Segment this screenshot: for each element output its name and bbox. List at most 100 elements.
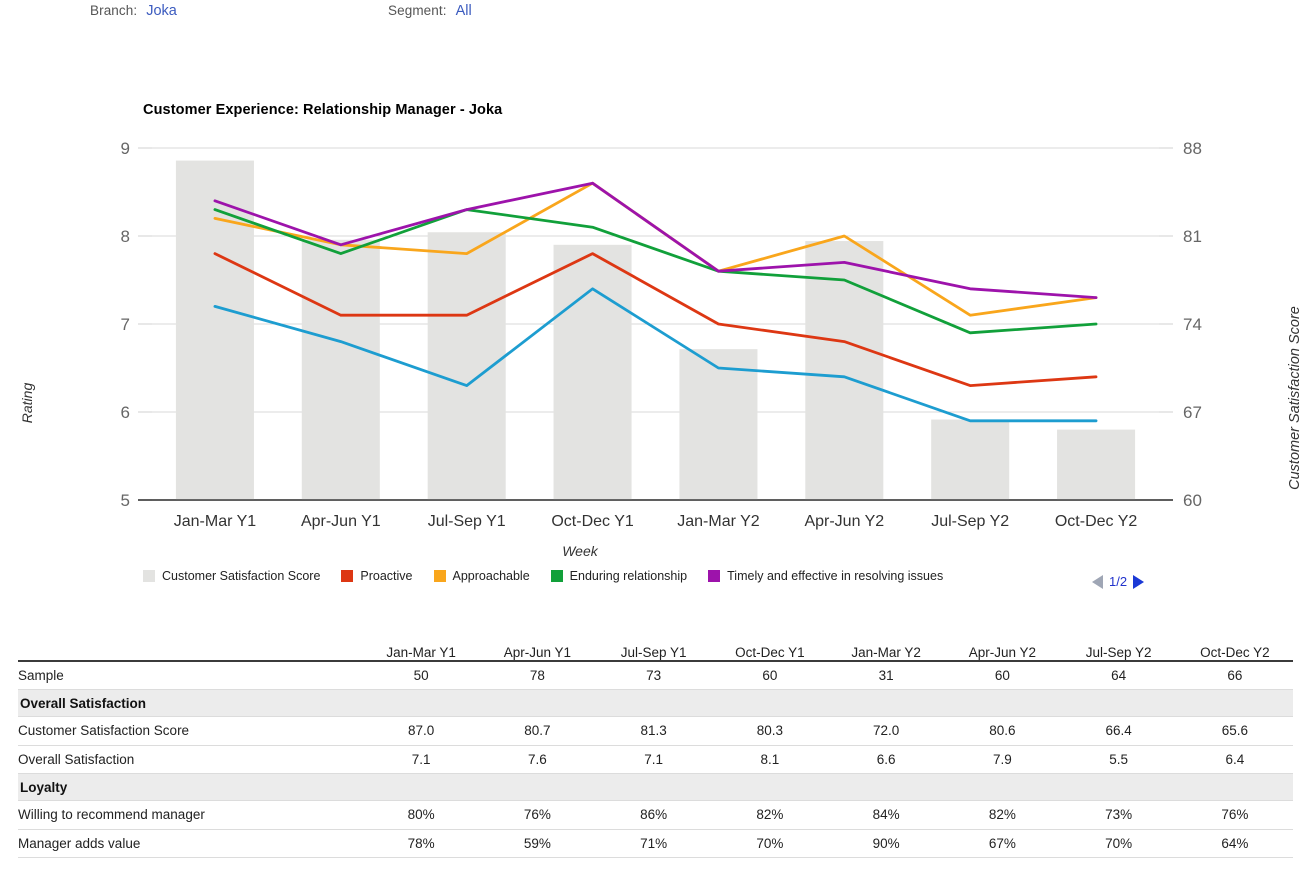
filter-bar: Branch: Joka Segment: All <box>0 0 1309 30</box>
table-cell: 67% <box>988 835 1016 851</box>
table-cell: 50 <box>413 668 429 683</box>
legend-item[interactable]: Proactive <box>341 569 413 583</box>
x-axis-tick: Jul-Sep Y1 <box>428 513 506 530</box>
table-row-label: Sample <box>18 668 64 683</box>
legend-label: Customer Satisfaction Score <box>162 569 321 583</box>
table-cell: 80% <box>407 807 435 823</box>
table-cell: 76% <box>1221 807 1249 823</box>
table-cell: 7.1 <box>644 751 664 767</box>
table-cell: 82% <box>756 807 784 823</box>
table-row: Sample 50 78 73 60 31 60 64 66 <box>18 661 1293 690</box>
chart-pager: 1/2 <box>1092 574 1145 589</box>
table-cell: 82% <box>988 807 1016 823</box>
filter-branch[interactable]: Branch: Joka <box>90 3 177 19</box>
table-cell: 70% <box>1105 835 1133 851</box>
filter-segment[interactable]: Segment: All <box>388 3 472 19</box>
table-cell: 80.7 <box>524 723 551 739</box>
table-row: Overall Satisfaction 7.1 7.6 7.1 8.1 6.6 7.9 5.… <box>18 745 1293 774</box>
table-row: Customer Satisfaction Score 87.0 80.7 81.3 8… <box>18 717 1293 745</box>
legend-label: Timely and effective in resolving issues <box>727 569 944 583</box>
table-cell: 87.0 <box>407 723 435 739</box>
table-cell: 66 <box>1227 668 1243 683</box>
table-cell: 76% <box>523 807 551 823</box>
y-axis-right-tick: 74 <box>1183 315 1202 334</box>
x-axis-title: Week <box>562 543 598 559</box>
table-cell: 60 <box>762 668 778 683</box>
legend-label: Enduring relationship <box>569 569 688 583</box>
legend-swatch-icon <box>433 570 446 582</box>
legend-label: Approachable <box>452 569 530 583</box>
dashboard-root: Branch: Joka Segment: All Customer Exper… <box>0 0 1309 876</box>
triangle-left-icon[interactable] <box>1092 574 1103 589</box>
table-body: Sample 50 78 73 60 31 60 64 66 Overall Satisfacti… <box>18 661 1293 858</box>
legend-swatch-icon <box>341 570 354 582</box>
table-row: Willing to recommend manager 80% 76% 86% 82%… <box>18 801 1293 829</box>
legend-item[interactable]: Enduring relationship <box>550 569 688 583</box>
table-header-period: Jul-Sep Y2 <box>1085 645 1152 660</box>
y-axis-left-title: Rating <box>19 382 35 424</box>
y-axis-left-tick: 6 <box>121 403 130 422</box>
table-cell: 86% <box>640 807 668 823</box>
x-axis-tick: Apr-Jun Y2 <box>804 513 884 530</box>
filter-branch-label: Branch: <box>90 3 138 18</box>
y-axis-left-tick: 8 <box>121 227 130 246</box>
legend-item[interactable]: Customer Satisfaction Score <box>143 569 320 583</box>
table-cell: 7.9 <box>992 751 1012 767</box>
y-axis-right-tick: 60 <box>1183 491 1202 510</box>
y-axis-right-tick: 67 <box>1183 403 1202 422</box>
y-axis-right-tick: 88 <box>1183 139 1202 158</box>
table-row-label: Customer Satisfaction Score <box>18 723 190 739</box>
table-cell: 66.4 <box>1105 723 1132 739</box>
y-axis-left-tick: 7 <box>121 315 130 334</box>
legend-item[interactable]: Timely and effective in resolving issues <box>708 569 943 583</box>
table-cell: 7.6 <box>527 751 547 767</box>
bar-customer-satisfaction-score[interactable] <box>931 419 1010 500</box>
chart-plot-area[interactable]: 567896067748188Jan-Mar Y1 Apr-Jun Y1 Jul-S… <box>0 95 1309 565</box>
chart-panel: Customer Experience: Relationship Manage… <box>0 95 1309 615</box>
table-cell: 64 <box>1111 668 1127 683</box>
legend-swatch-icon <box>550 570 563 582</box>
bar-customer-satisfaction-score[interactable] <box>301 239 380 500</box>
bar-customer-satisfaction-score[interactable] <box>679 349 758 500</box>
table-section-label: Loyalty <box>20 779 68 795</box>
table-section-row: Loyalty <box>18 773 1293 801</box>
table-cell: 80.3 <box>756 723 784 739</box>
table-row-label: Manager adds value <box>18 835 141 851</box>
filter-branch-value[interactable]: Joka <box>146 3 177 19</box>
y-axis-left-tick: 5 <box>121 491 130 510</box>
table-cell: 73% <box>1105 807 1133 823</box>
table-header-period: Jul-Sep Y1 <box>620 645 687 660</box>
y-axis-right-title: Customer Satisfaction Score <box>1287 306 1303 490</box>
table-cell: 71% <box>640 835 668 851</box>
filter-segment-label: Segment: <box>388 3 447 18</box>
filter-segment-value[interactable]: All <box>456 3 472 19</box>
table-cell: 78% <box>407 835 435 851</box>
table-cell: 6.6 <box>876 751 896 767</box>
x-axis-tick: Oct-Dec Y2 <box>1055 513 1138 530</box>
bar-customer-satisfaction-score[interactable] <box>553 244 632 500</box>
triangle-right-icon[interactable] <box>1133 574 1145 589</box>
metrics-table: Jan-Mar Y1 Apr-Jun Y1 Jul-Sep Y1 Oct-Dec Y1… <box>18 645 1293 858</box>
x-axis-tick: Jan-Mar Y1 <box>174 513 257 530</box>
table-cell: 7.1 <box>411 751 431 767</box>
table-cell: 5.5 <box>1109 751 1129 767</box>
table-cell: 6.4 <box>1225 751 1245 767</box>
table-row-label: Willing to recommend manager <box>18 807 205 823</box>
table-row-label: Overall Satisfaction <box>18 751 135 767</box>
table-section-row: Overall Satisfaction <box>18 689 1293 717</box>
legend-swatch-icon <box>143 570 155 582</box>
table-header-blank <box>18 645 363 661</box>
table-cell: 65.6 <box>1221 723 1249 739</box>
legend-label: Proactive <box>360 569 413 583</box>
bar-customer-satisfaction-score[interactable] <box>1057 429 1136 500</box>
table-cell: 64% <box>1221 835 1249 851</box>
pager-label[interactable]: 1/2 <box>1109 574 1127 589</box>
x-axis-tick: Jan-Mar Y2 <box>677 513 760 530</box>
legend-item[interactable]: Approachable <box>433 569 530 583</box>
table-cell: 84% <box>872 807 900 823</box>
table-header-period: Oct-Dec Y1 <box>735 645 805 660</box>
table-header-period: Oct-Dec Y2 <box>1200 645 1270 660</box>
y-axis-left-tick: 9 <box>121 139 130 158</box>
table-cell: 72.0 <box>872 723 900 739</box>
table-cell: 8.1 <box>760 751 780 767</box>
